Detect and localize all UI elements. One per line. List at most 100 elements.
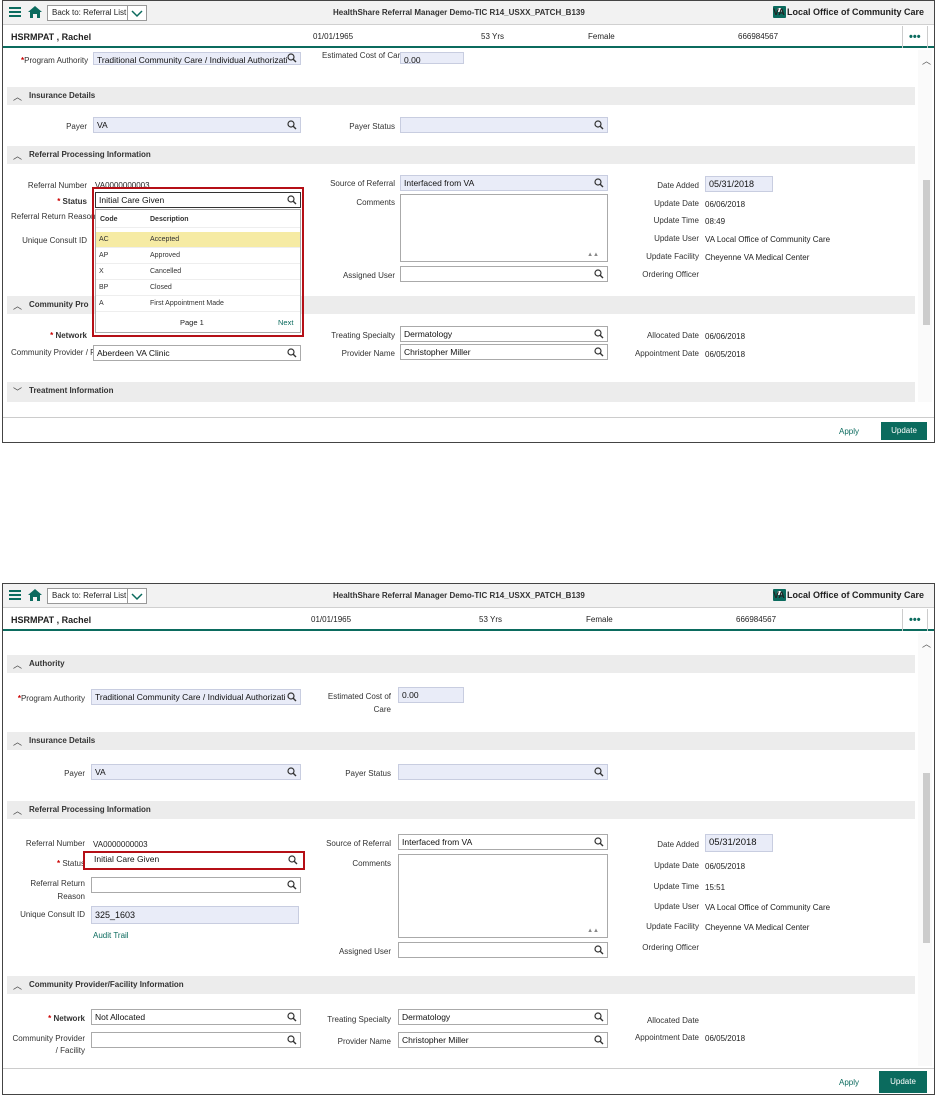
dropdown-option[interactable]: BP Closed [96,280,300,296]
search-icon[interactable] [287,1035,297,1045]
provider-facility-input[interactable] [91,1032,301,1048]
estimated-cost-input[interactable]: 0.00 [398,687,464,703]
home-icon[interactable] [27,5,43,19]
status-label: * Status [56,859,85,868]
payer-status-input[interactable] [398,764,608,780]
provider-name-input[interactable]: Christopher Miller [398,1032,608,1048]
dropdown-option[interactable]: AC Accepted [96,232,300,248]
search-icon[interactable] [287,880,297,890]
chevron-up-icon[interactable]: ︿ [922,54,931,67]
patient-age: 53 Yrs [479,615,502,624]
treating-specialty-input[interactable]: Dermatology [400,326,608,342]
search-icon[interactable] [594,269,604,279]
vertical-scrollbar[interactable]: ︿ [918,633,932,1066]
program-authority-input[interactable]: Traditional Community Care / Individual … [93,52,301,65]
back-to-referral-list-button[interactable]: Back to: Referral List [47,588,132,604]
program-authority-input[interactable]: Traditional Community Care / Individual … [91,689,301,705]
search-icon[interactable] [594,329,604,339]
treating-specialty-input[interactable]: Dermatology [398,1009,608,1025]
assigned-user-input[interactable] [400,266,608,282]
more-options-button[interactable]: ••• [902,26,928,48]
comments-textarea[interactable]: ▲▲ [398,854,608,938]
status-input[interactable]: Initial Care Given [91,853,301,868]
source-of-referral-input[interactable]: Interfaced from VA [400,175,608,191]
back-list-dropdown[interactable] [127,5,147,21]
status-input[interactable]: Initial Care Given [95,192,301,208]
apply-button[interactable]: Apply [839,427,859,436]
return-reason-input[interactable] [91,877,301,893]
source-of-referral-input[interactable]: Interfaced from VA [398,834,608,850]
chevron-up-icon: ︿ [13,660,23,670]
patient-banner: HSRMPAT , Rachel 01/01/1965 53 Yrs Femal… [3,26,934,48]
provider-facility-input[interactable]: Aberdeen VA Clinic [93,345,301,361]
hamburger-icon[interactable] [9,590,21,600]
search-icon[interactable] [594,945,604,955]
resize-grip-icon[interactable]: ▲▲ [587,928,599,934]
more-options-button[interactable]: ••• [902,609,928,631]
vertical-scrollbar[interactable]: ︿ [918,50,932,402]
dropdown-option[interactable]: AP Approved [96,248,300,264]
chevron-up-icon[interactable]: ︿ [922,637,931,650]
search-icon[interactable] [287,53,297,63]
insurance-details-section-header[interactable]: ︿ Insurance Details [7,87,915,105]
payer-input[interactable]: VA [93,117,301,133]
source-of-referral-label: Source of Referral [330,179,395,188]
search-icon[interactable] [288,855,298,865]
network-input[interactable]: Not Allocated [91,1009,301,1025]
authority-section-header[interactable]: ︿ Authority [7,655,915,673]
assigned-user-input[interactable] [398,942,608,958]
scrollbar-thumb[interactable] [923,180,930,325]
search-icon[interactable] [287,692,297,702]
allocated-date-label: Allocated Date [646,331,699,340]
referral-processing-section-header[interactable]: ︿ Referral Processing Information [7,801,915,819]
more-icon: ••• [909,31,921,43]
scrollbar-thumb[interactable] [923,773,930,943]
apply-button[interactable]: Apply [839,1078,859,1087]
search-icon[interactable] [287,120,297,130]
provider-name-input[interactable]: Christopher Miller [400,344,608,360]
dropdown-option[interactable]: X Cancelled [96,264,300,280]
ordering-officer-label: Ordering Officer [642,270,699,279]
resize-grip-icon[interactable]: ▲▲ [587,252,599,258]
audit-trail-link[interactable]: Audit Trail [93,931,129,940]
dropdown-option[interactable]: A First Appointment Made [96,296,300,312]
update-button[interactable]: Update [881,422,927,440]
referral-processing-section-header[interactable]: ︿ Referral Processing Information [7,146,915,164]
payer-status-input[interactable] [400,117,608,133]
unique-consult-id-input[interactable]: 325_1603 [91,906,299,924]
search-icon[interactable] [287,1012,297,1022]
office-name[interactable]: VA Local Office of Community Care [773,7,924,17]
search-icon[interactable] [287,195,297,205]
search-icon[interactable] [594,120,604,130]
hamburger-icon[interactable] [9,7,21,17]
home-icon[interactable] [27,588,43,602]
search-icon[interactable] [594,837,604,847]
date-added-input[interactable]: 05/31/2018 [705,834,773,852]
patient-dob: 01/01/1965 [311,615,352,624]
chevron-down-icon [131,593,143,601]
date-added-input[interactable]: 05/31/2018 [705,176,773,192]
community-provider-section-header[interactable]: ︿ Community Provider/Facility Informatio… [7,976,915,994]
top-bar: Back to: Referral List HealthShare Refer… [3,1,934,25]
comments-textarea[interactable]: ▲▲ [400,194,608,262]
office-name[interactable]: VA Local Office of Community Care [773,590,924,600]
search-icon[interactable] [594,178,604,188]
estimated-cost-input[interactable]: 0.00 [400,52,464,64]
search-icon[interactable] [287,348,297,358]
back-list-dropdown[interactable] [127,588,147,604]
search-icon[interactable] [594,347,604,357]
update-button[interactable]: Update [879,1071,927,1093]
search-icon[interactable] [594,1035,604,1045]
search-icon[interactable] [287,767,297,777]
search-icon[interactable] [594,1012,604,1022]
insurance-details-section-header[interactable]: ︿ Insurance Details [7,732,915,750]
payer-status-label: Payer Status [345,769,391,778]
update-facility-label: Update Facility [646,922,699,931]
assigned-user-label: Assigned User [338,947,391,956]
search-icon[interactable] [594,767,604,777]
dropdown-next-link[interactable]: Next [278,318,293,327]
network-label: * Network [50,331,87,340]
payer-input[interactable]: VA [91,764,301,780]
back-to-referral-list-button[interactable]: Back to: Referral List [47,5,132,21]
treatment-information-section-header[interactable]: ﹀ Treatment Information [7,382,915,402]
